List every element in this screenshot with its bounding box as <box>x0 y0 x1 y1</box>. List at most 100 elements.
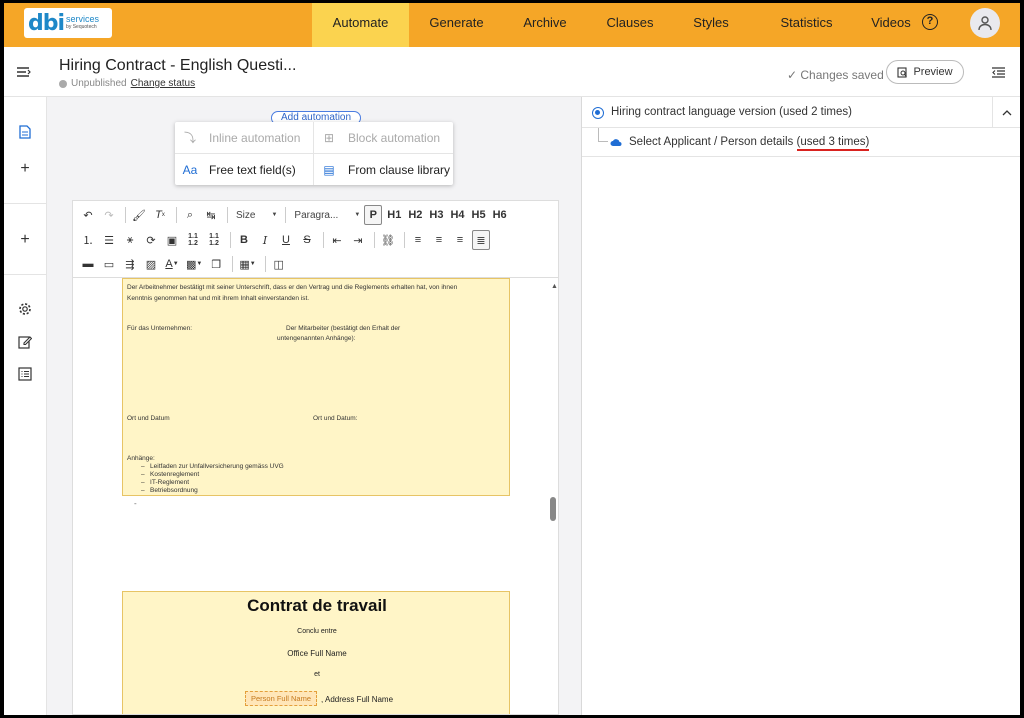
place-date-label: Ort und Datum <box>127 415 170 422</box>
document-icon[interactable] <box>16 123 34 141</box>
image-icon[interactable]: ▨ <box>142 254 160 274</box>
nav-tab-styles[interactable]: Styles <box>676 3 746 47</box>
paragraph-label: Paragra... <box>294 209 339 221</box>
add-section-icon[interactable]: + <box>16 231 34 249</box>
numbered-list-icon[interactable]: ⒈ <box>79 230 97 250</box>
align-left-icon[interactable]: ≡ <box>409 230 427 250</box>
hierarchy-icon[interactable]: ⚹ <box>121 230 139 250</box>
list-arrow-icon[interactable]: ⇶ <box>121 254 139 274</box>
logo-line2: by Sequotech <box>66 24 97 30</box>
strikethrough-icon[interactable]: S <box>298 230 316 250</box>
paragraph-dropdown[interactable]: Paragra... ▼ <box>290 210 364 221</box>
brand-logo[interactable]: dbi services by Sequotech <box>24 8 112 38</box>
document-canvas[interactable]: Der Arbeitnehmer bestätigt mit seiner Un… <box>72 277 559 715</box>
collapse-chevron-up-icon[interactable] <box>992 97 1020 128</box>
highlight-color-icon[interactable]: ▩ ▼ <box>184 254 204 274</box>
outline-panel-icon[interactable] <box>992 67 1006 78</box>
scroll-up-arrow-icon[interactable]: ▲ <box>551 283 558 290</box>
clause-library-icon: ▤ <box>323 162 335 177</box>
confirmation-text-line1: Der Arbeitnehmer bestätigt mit seiner Un… <box>127 284 458 291</box>
confirmation-text-line2: Kenntnis genommen hat und mit ihrem Inha… <box>127 295 310 302</box>
language-version-row[interactable]: Hiring contract language version (used 2… <box>582 97 1020 128</box>
document-scrollbar[interactable]: ▲ <box>548 278 558 714</box>
logo-wordmark: dbi <box>28 10 65 36</box>
french-contract-page[interactable]: Contrat de travail Conclu entre Office F… <box>122 591 510 714</box>
add-block-icon[interactable]: + <box>16 160 34 178</box>
free-text-option[interactable]: Aa Free text field(s) <box>181 154 313 185</box>
copy-format-icon[interactable]: ❐ <box>207 254 225 274</box>
inline-automation-label: Inline automation <box>209 130 301 145</box>
underline-icon[interactable]: U <box>277 230 295 250</box>
checkmark-icon: ✓ <box>787 68 801 82</box>
nav-tab-automate[interactable]: Automate <box>312 3 409 47</box>
align-justify-icon[interactable]: ≣ <box>472 230 490 250</box>
numbering-icon[interactable]: ▣ <box>163 230 181 250</box>
preview-button[interactable]: Preview <box>886 60 964 84</box>
bold-icon[interactable]: B <box>235 230 253 250</box>
radio-selected-icon[interactable] <box>592 107 604 119</box>
app-window: dbi services by Sequotech Automate Gener… <box>4 3 1020 715</box>
h6-button[interactable]: H6 <box>491 205 509 225</box>
status-dot-icon <box>59 79 67 88</box>
automation-panel: Hiring contract language version (used 2… <box>581 97 1020 715</box>
h2-button[interactable]: H2 <box>406 205 424 225</box>
list-icon[interactable] <box>16 365 34 383</box>
person-full-name-field[interactable]: Person Full Name <box>245 691 317 706</box>
help-icon[interactable]: ? <box>922 14 938 30</box>
indent-decrease-icon[interactable]: ⇤ <box>328 230 346 250</box>
nav-tab-archive[interactable]: Archive <box>506 3 584 47</box>
replace-icon[interactable]: ↹ <box>202 205 220 225</box>
caret-down-icon: ▼ <box>354 212 361 218</box>
multilevel-numbering-icon[interactable]: 1.1 1.2 <box>205 230 223 250</box>
search-icon[interactable]: ⌕ <box>181 205 199 225</box>
font-color-icon[interactable]: A ▼ <box>163 254 181 274</box>
format-painter-icon[interactable]: 🖌 <box>130 205 148 225</box>
contract-heading: Contrat de travail <box>247 596 387 615</box>
free-text-icon: Aa <box>182 162 198 177</box>
h1-button[interactable]: H1 <box>385 205 403 225</box>
applicant-details-row[interactable]: Select Applicant / Person details (used … <box>582 128 1020 157</box>
h4-button[interactable]: H4 <box>448 205 466 225</box>
horizontal-line-icon[interactable]: ▬ <box>79 254 97 274</box>
h5-button[interactable]: H5 <box>470 205 488 225</box>
italic-icon[interactable]: I <box>256 230 274 250</box>
menu-toggle-icon[interactable] <box>17 67 31 77</box>
inline-automation-option[interactable]: ⤵ Inline automation <box>181 122 313 153</box>
change-status-link[interactable]: Change status <box>131 78 196 89</box>
outline-numbering-icon[interactable]: 1.1 1.2 <box>184 230 202 250</box>
applicant-details-label: Select Applicant / Person details (used … <box>629 136 869 148</box>
clause-library-option[interactable]: ▤ From clause library <box>320 154 452 185</box>
nav-tab-videos[interactable]: Videos <box>866 3 916 47</box>
refresh-icon[interactable]: ⟳ <box>142 230 160 250</box>
document-header: Hiring Contract - English Questi... Unpu… <box>4 47 1020 97</box>
link-icon[interactable]: ⛓ <box>379 230 397 250</box>
user-avatar[interactable] <box>970 8 1000 38</box>
nav-tab-clauses[interactable]: Clauses <box>592 3 668 47</box>
page-break-icon[interactable]: ▭ <box>100 254 118 274</box>
table-icon[interactable]: ▦ ▼ <box>237 254 257 274</box>
scroll-thumb[interactable] <box>550 497 556 521</box>
h3-button[interactable]: H3 <box>427 205 445 225</box>
align-center-icon[interactable]: ≡ <box>430 230 448 250</box>
address-full-name: , Address Full Name <box>321 695 394 704</box>
redo-icon[interactable]: ↷ <box>100 205 118 225</box>
paragraph-button[interactable]: P <box>364 205 383 225</box>
indent-increase-icon[interactable]: ⇥ <box>349 230 367 250</box>
size-dropdown[interactable]: Size ▼ <box>232 210 281 221</box>
concluded-between: Conclu entre <box>297 628 337 635</box>
clear-format-icon[interactable]: Tx <box>151 205 169 225</box>
usage-count: (used 3 times) <box>796 136 870 148</box>
cursor-mark: - <box>134 499 137 508</box>
german-contract-page[interactable]: Der Arbeitnehmer bestätigt mit seiner Un… <box>122 278 510 496</box>
block-automation-icon: ⊞ <box>323 130 335 145</box>
bullet-list-icon[interactable]: ☰ <box>100 230 118 250</box>
settings-gear-icon[interactable] <box>16 300 34 318</box>
undo-icon[interactable]: ↶ <box>79 205 97 225</box>
nav-tab-statistics[interactable]: Statistics <box>759 3 854 47</box>
edit-icon[interactable] <box>16 333 34 351</box>
nav-tab-generate[interactable]: Generate <box>414 3 499 47</box>
source-view-icon[interactable]: ◫ <box>270 254 288 274</box>
block-automation-option[interactable]: ⊞ Block automation <box>320 122 452 153</box>
tree-connector <box>598 128 608 142</box>
align-right-icon[interactable]: ≡ <box>451 230 469 250</box>
